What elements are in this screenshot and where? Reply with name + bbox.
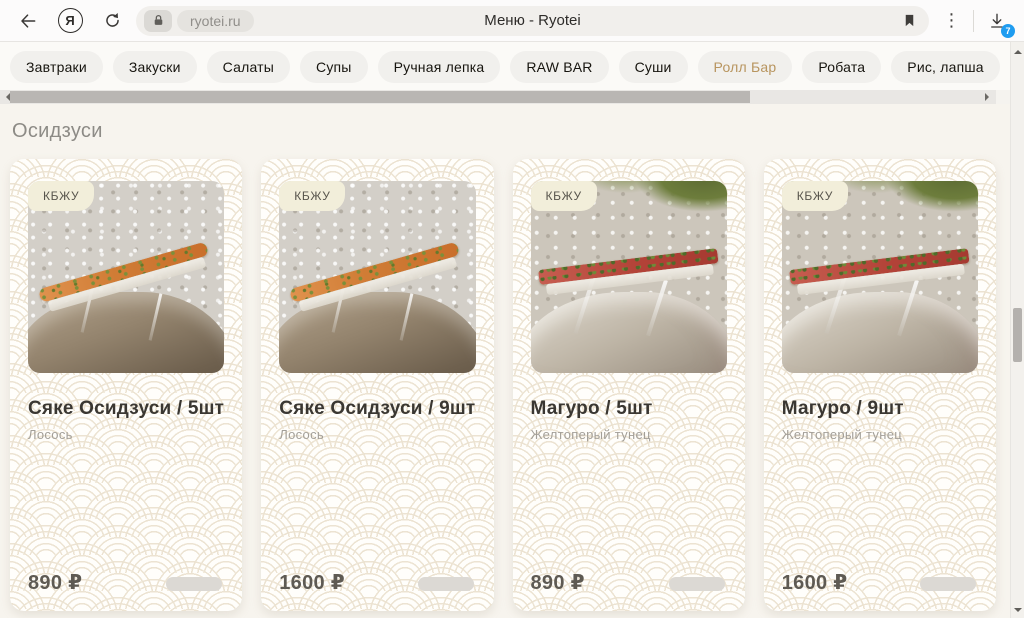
browser-menu-button[interactable]: ⋮	[939, 10, 965, 31]
nutrition-badge[interactable]: КБЖУ	[28, 181, 94, 211]
photo-sushi	[789, 248, 971, 296]
product-description: Лосось	[279, 427, 475, 442]
category-pill-soups[interactable]: Супы	[300, 51, 368, 83]
page-title: Меню - Ryotei	[136, 12, 929, 29]
product-description: Желтоперый тунец	[782, 427, 978, 442]
category-pill-salads[interactable]: Салаты	[207, 51, 290, 83]
product-price: 890 ₽	[531, 570, 585, 595]
price-row: 890 ₽	[28, 570, 224, 595]
product-card[interactable]: КБЖУ Магуро / 5шт Желтоперый тунец 890 ₽	[513, 159, 745, 611]
product-card[interactable]: КБЖУ Сяке Осидзуси / 9шт Лосось 1600 ₽	[261, 159, 493, 611]
product-name: Сяке Осидзуси / 5шт	[28, 397, 224, 421]
product-price: 1600 ₽	[782, 570, 848, 595]
scroll-right-arrow-icon[interactable]	[985, 93, 993, 101]
photo-sushi	[538, 248, 720, 296]
price-row: 890 ₽	[531, 570, 727, 595]
product-card[interactable]: КБЖУ Сяке Осидзуси / 5шт Лосось 890 ₽	[10, 159, 242, 611]
product-name: Магуро / 9шт	[782, 397, 978, 421]
vertical-scrollbar-thumb[interactable]	[1013, 308, 1022, 362]
address-bar[interactable]: ryotei.ru Меню - Ryotei	[136, 6, 929, 36]
scroll-down-arrow-icon[interactable]	[1014, 608, 1022, 616]
product-card[interactable]: КБЖУ Магуро / 9шт Желтоперый тунец 1600 …	[764, 159, 996, 611]
nutrition-badge[interactable]: КБЖУ	[531, 181, 597, 211]
category-nav: Завтраки Закуски Салаты Супы Ручная лепк…	[0, 42, 1024, 90]
product-grid: КБЖУ Сяке Осидзуси / 5шт Лосось 890 ₽ КБ…	[10, 159, 996, 611]
product-photo: КБЖУ	[28, 181, 224, 373]
menu-content: Осидзуси КБЖУ Сяке Осидзуси / 5шт Лосось…	[0, 104, 1024, 560]
category-pill-breakfast[interactable]: Завтраки	[10, 51, 103, 83]
product-name: Магуро / 5шт	[531, 397, 727, 421]
category-pill-sushi[interactable]: Суши	[619, 51, 688, 83]
toolbar-divider	[973, 10, 974, 32]
product-name: Сяке Осидзуси / 9шт	[279, 397, 475, 421]
yandex-browser-button[interactable]: Я	[54, 5, 86, 37]
back-button[interactable]	[12, 5, 44, 37]
browser-toolbar: Я ryotei.ru Меню - Ryotei ⋮ 7	[0, 0, 1024, 42]
product-photo: КБЖУ	[782, 181, 978, 373]
category-pill-rice-noodles[interactable]: Рис, лапша	[891, 51, 1000, 83]
product-price: 890 ₽	[28, 570, 82, 595]
horizontal-scrollbar-thumb[interactable]	[10, 91, 750, 103]
refresh-icon	[103, 11, 122, 30]
photo-rock	[531, 292, 727, 373]
horizontal-scrollbar[interactable]	[0, 90, 996, 104]
add-button-placeholder[interactable]	[418, 577, 474, 591]
add-button-placeholder[interactable]	[166, 577, 222, 591]
photo-rock	[782, 292, 978, 373]
vertical-scrollbar[interactable]	[1010, 42, 1024, 618]
product-description: Желтоперый тунец	[531, 427, 727, 442]
nav-scrollbar-row	[0, 90, 1024, 104]
category-pill-raw-bar[interactable]: RAW BAR	[510, 51, 608, 83]
category-pill-robata[interactable]: Робата	[802, 51, 881, 83]
scroll-up-arrow-icon[interactable]	[1014, 46, 1022, 54]
back-arrow-icon	[18, 11, 38, 31]
product-price: 1600 ₽	[279, 570, 345, 595]
product-photo: КБЖУ	[279, 181, 475, 373]
yandex-logo-icon: Я	[58, 8, 83, 33]
category-pill-starters[interactable]: Закуски	[113, 51, 197, 83]
bookmark-button[interactable]	[902, 11, 917, 30]
price-row: 1600 ₽	[279, 570, 475, 595]
add-button-placeholder[interactable]	[669, 577, 725, 591]
refresh-button[interactable]	[96, 5, 128, 37]
section-heading: Осидзуси	[12, 120, 1014, 143]
bookmark-icon	[902, 11, 917, 30]
category-pill-roll-bar[interactable]: Ролл Бар	[698, 51, 793, 83]
downloads-badge: 7	[1001, 24, 1015, 38]
downloads-button[interactable]: 7	[982, 6, 1012, 36]
nutrition-badge[interactable]: КБЖУ	[782, 181, 848, 211]
product-photo: КБЖУ	[531, 181, 727, 373]
scroll-left-arrow-icon[interactable]	[2, 93, 10, 101]
category-pill-handmade[interactable]: Ручная лепка	[378, 51, 501, 83]
product-description: Лосось	[28, 427, 224, 442]
price-row: 1600 ₽	[782, 570, 978, 595]
add-button-placeholder[interactable]	[920, 577, 976, 591]
nutrition-badge[interactable]: КБЖУ	[279, 181, 345, 211]
